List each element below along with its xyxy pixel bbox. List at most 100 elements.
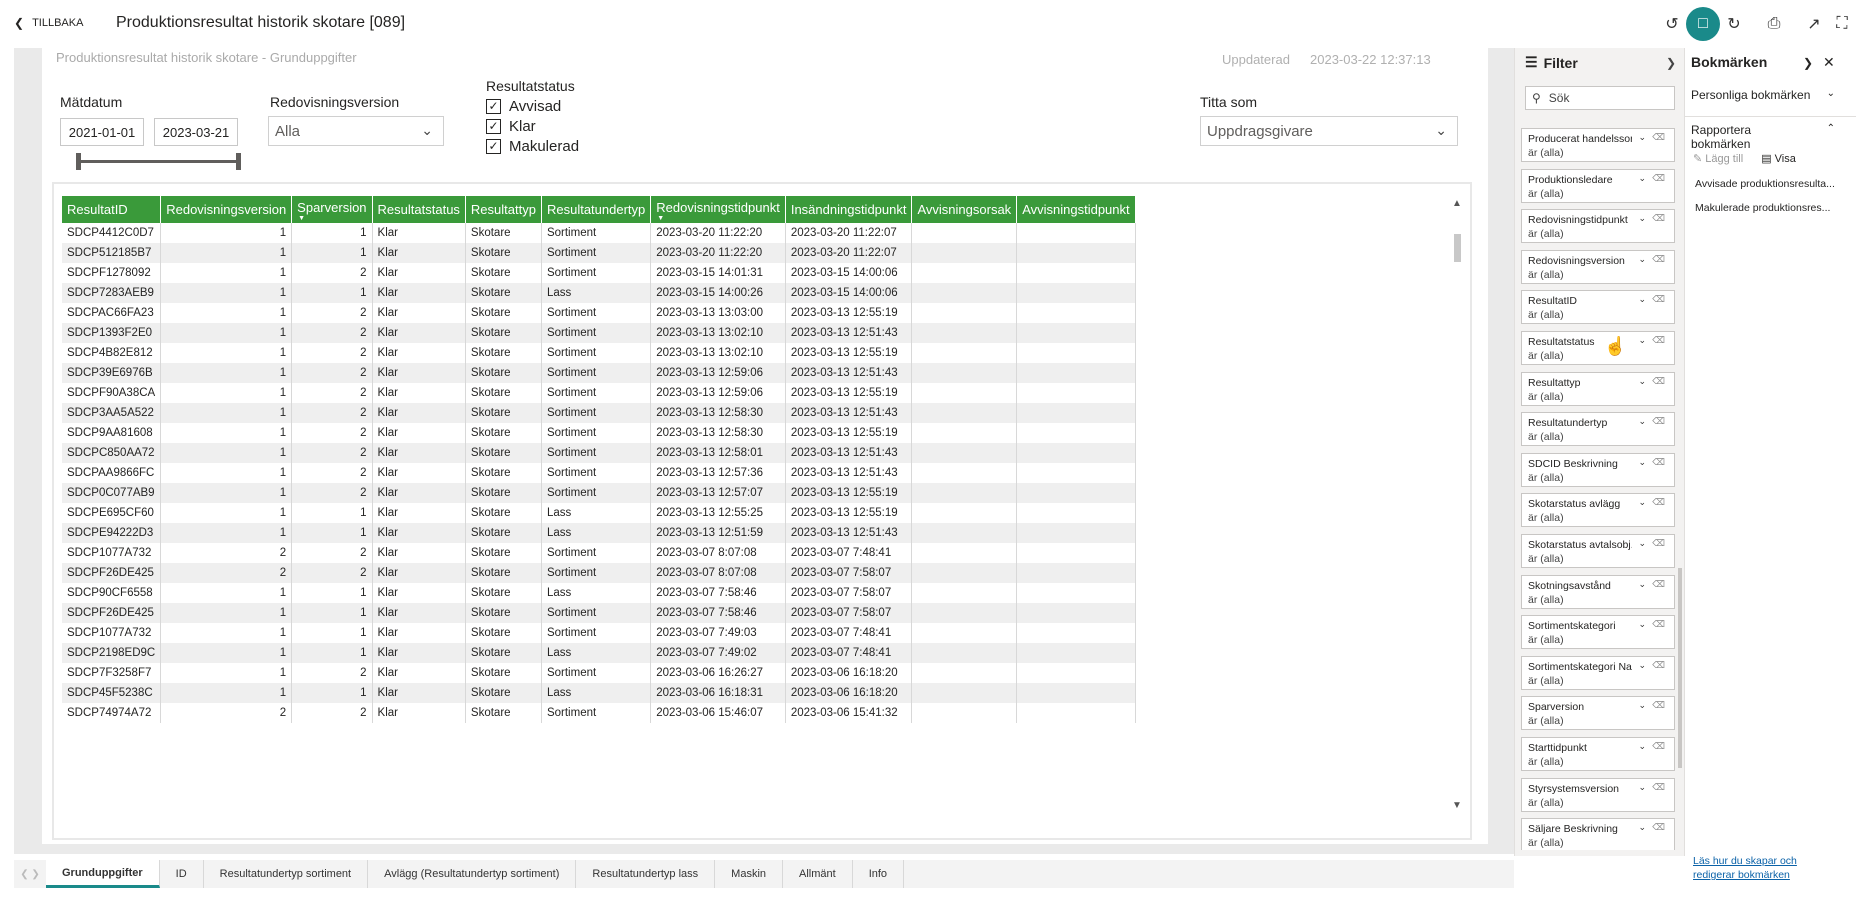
chevron-down-icon[interactable]: ⌄ [1638,497,1646,508]
table-row[interactable]: SDCP74974A72 2 2 Klar Skotare Sortiment 2023-0… [62,703,1136,723]
eraser-icon[interactable]: ⌫ [1652,782,1665,793]
bookmark-icon[interactable]: □ [1686,7,1720,41]
column-header[interactable]: Resultattyp [465,196,542,223]
date-slider-handle-end[interactable] [236,153,241,170]
column-header[interactable]: Resultatstatus [372,196,466,223]
bookmark-item[interactable]: Avvisade produktionsresulta... [1695,178,1835,190]
chevron-down-icon[interactable]: ⌄ [1638,619,1646,630]
chevron-down-icon[interactable]: ⌄ [1638,173,1646,184]
chevron-down-icon[interactable]: ⌄ [1638,660,1646,671]
tab-avlägg-resultatundertyp-sortiment-[interactable]: Avlägg (Resultatundertyp sortiment) [368,860,577,888]
tab-nav-arrows-icon[interactable]: ❮ ❯ [14,860,46,888]
bookmark-item[interactable]: Makulerade produktionsres... [1695,202,1830,214]
eraser-icon[interactable]: ⌫ [1652,822,1665,833]
refresh-icon[interactable]: ↻ [1720,10,1748,38]
close-icon[interactable]: ✕ [1823,54,1835,71]
column-header[interactable]: Avvisningsorsak [911,196,1018,223]
filter-card[interactable]: Resultatstatus är (alla) ⌄ ⌫ [1521,331,1675,365]
table-row[interactable]: SDCPE94222D3 1 1 Klar Skotare Lass 2023-03-13 … [62,523,1136,543]
table-row[interactable]: SDCP1077A732 2 2 Klar Skotare Sortiment 2023-0… [62,543,1136,563]
eraser-icon[interactable]: ⌫ [1652,132,1665,143]
table-row[interactable]: SDCPF1278092 1 2 Klar Skotare Sortiment 2023-0… [62,263,1136,283]
column-header[interactable]: Sparversion ▼ [291,196,373,223]
eraser-icon[interactable]: ⌫ [1652,335,1665,346]
filter-card[interactable]: Starttidpunkt är (alla) ⌄ ⌫ [1521,737,1675,771]
redovisningsversion-dropdown[interactable]: Alla ⌄ [268,116,444,146]
print-icon[interactable]: ⎙ [1760,10,1788,38]
filter-card[interactable]: Skotarstatus avtalsobj... är (alla) ⌄ ⌫ [1521,534,1675,568]
table-row[interactable]: SDCP7F3258F7 1 2 Klar Skotare Sortiment 2023-0… [62,663,1136,683]
table-row[interactable]: SDCP2198ED9C 1 1 Klar Skotare Lass 2023-03-07 … [62,643,1136,663]
eraser-icon[interactable]: ⌫ [1652,579,1665,590]
tab-allmänt[interactable]: Allmänt [783,860,853,888]
table-row[interactable]: SDCP45F5238C 1 1 Klar Skotare Lass 2023-03-06 … [62,683,1136,703]
date-from-input[interactable]: 2021-01-01 [60,118,144,146]
bookmark-help-link[interactable]: Läs hur du skapar och redigerar bokmärke… [1693,854,1797,882]
eraser-icon[interactable]: ⌫ [1652,213,1665,224]
table-row[interactable]: SDCP4B82E812 1 2 Klar Skotare Sortiment 2023-0… [62,343,1136,363]
eraser-icon[interactable]: ⌫ [1652,619,1665,630]
table-row[interactable]: SDCP1077A732 1 1 Klar Skotare Sortiment 2023-0… [62,623,1136,643]
filter-card[interactable]: ResultatID är (alla) ⌄ ⌫ [1521,290,1675,325]
chevron-down-icon[interactable]: ⌄ [1638,457,1646,468]
chevron-down-icon[interactable]: ⌄ [1638,213,1646,224]
table-row[interactable]: SDCP9AA81608 1 2 Klar Skotare Sortiment 2023-0… [62,423,1136,443]
chevron-down-icon[interactable]: ⌄ [1638,132,1646,143]
personal-bookmarks-section[interactable]: Personliga bokmärken ⌄ [1685,88,1856,102]
table-row[interactable]: SDCPF90A38CA 1 2 Klar Skotare Sortiment 2023-0… [62,383,1136,403]
scroll-up-icon[interactable]: ▲ [1452,198,1462,209]
chevron-down-icon[interactable]: ⌄ [1638,294,1646,305]
fullscreen-icon[interactable]: ⛶ [1828,10,1856,38]
table-row[interactable]: SDCPC850AA72 1 2 Klar Skotare Sortiment 2023-0… [62,443,1136,463]
eraser-icon[interactable]: ⌫ [1652,376,1665,387]
tab-maskin[interactable]: Maskin [715,860,784,888]
filter-search-input[interactable]: ⚲ Sök [1525,86,1675,110]
table-row[interactable]: SDCPE695CF60 1 1 Klar Skotare Lass 2023-03-13 … [62,503,1136,523]
open-external-icon[interactable]: ↗ [1800,10,1828,38]
back-button[interactable]: ❮ TILLBAKA [14,16,83,30]
chevron-down-icon[interactable]: ⌄ [1638,254,1646,265]
column-header[interactable]: ResultatID [62,196,162,223]
filter-card[interactable]: Skotningsavstånd är (alla) ⌄ ⌫ [1521,574,1675,609]
chevron-down-icon[interactable]: ⌄ [1638,782,1646,793]
add-bookmark-button[interactable]: ✎ Lägg till [1693,152,1743,165]
eraser-icon[interactable]: ⌫ [1652,457,1665,468]
eraser-icon[interactable]: ⌫ [1652,660,1665,671]
filter-card[interactable]: Säljare Beskrivning är (alla) ⌄ ⌫ [1521,818,1675,850]
filter-card[interactable]: Sortimentskategori Na... är (alla) ⌄ ⌫ [1521,655,1675,690]
eraser-icon[interactable]: ⌫ [1652,254,1665,265]
scroll-thumb[interactable] [1454,234,1461,262]
filter-card[interactable]: Produktionsledare är (alla) ⌄ ⌫ [1521,168,1675,203]
tab-resultatundertyp-sortiment[interactable]: Resultatundertyp sortiment [204,860,369,888]
eraser-icon[interactable]: ⌫ [1652,294,1665,305]
table-row[interactable]: SDCPAC66FA23 1 2 Klar Skotare Sortiment 2023-0… [62,303,1136,323]
filter-card[interactable]: Resultatundertyp är (alla) ⌄ ⌫ [1521,412,1675,447]
eraser-icon[interactable]: ⌫ [1652,497,1665,508]
filter-card[interactable]: Skotarstatus avlägg är (alla) ⌄ ⌫ [1521,493,1675,528]
filter-card[interactable]: Styrsystemsversion är (alla) ⌄ ⌫ [1521,777,1675,812]
filter-card[interactable]: Producerat handelssort... är (alla) ⌄ ⌫ [1521,128,1675,162]
filter-card[interactable]: Sortimentskategori är (alla) ⌄ ⌫ [1521,615,1675,650]
table-row[interactable]: SDCP90CF6558 1 1 Klar Skotare Lass 2023-03-07 … [62,583,1136,603]
table-row[interactable]: SDCPF26DE425 2 2 Klar Skotare Sortiment 2023-0… [62,563,1136,583]
date-to-input[interactable]: 2023-03-21 [154,118,238,146]
table-row[interactable]: SDCPF26DE425 1 1 Klar Skotare Sortiment 2023-0… [62,603,1136,623]
date-slider-track[interactable] [76,160,240,163]
eraser-icon[interactable]: ⌫ [1652,700,1665,711]
expand-icon[interactable]: ❯ [1803,56,1813,70]
scroll-down-icon[interactable]: ▼ [1452,800,1462,811]
chevron-down-icon[interactable]: ⌄ [1638,822,1646,833]
status-option-klar[interactable]: ✓ Klar [486,118,536,135]
chevron-down-icon[interactable]: ⌄ [1638,579,1646,590]
column-header[interactable]: Redovisningsversion [160,196,293,223]
table-row[interactable]: SDCP512185B7 1 1 Klar Skotare Sortiment 2023-0… [62,243,1136,263]
column-header[interactable]: Redovisningstidpunkt ▼ [650,196,786,223]
tab-resultatundertyp-lass[interactable]: Resultatundertyp lass [576,860,716,888]
status-option-makulerad[interactable]: ✓ Makulerad [486,138,579,155]
reset-icon[interactable]: ↺ [1658,10,1686,38]
filter-card[interactable]: SDCID Beskrivning är (alla) ⌄ ⌫ [1521,452,1675,487]
table-row[interactable]: SDCP0C077AB9 1 2 Klar Skotare Sortiment 2023-0… [62,483,1136,503]
eraser-icon[interactable]: ⌫ [1652,416,1665,427]
date-slider-handle-start[interactable] [76,153,81,170]
eraser-icon[interactable]: ⌫ [1652,173,1665,184]
